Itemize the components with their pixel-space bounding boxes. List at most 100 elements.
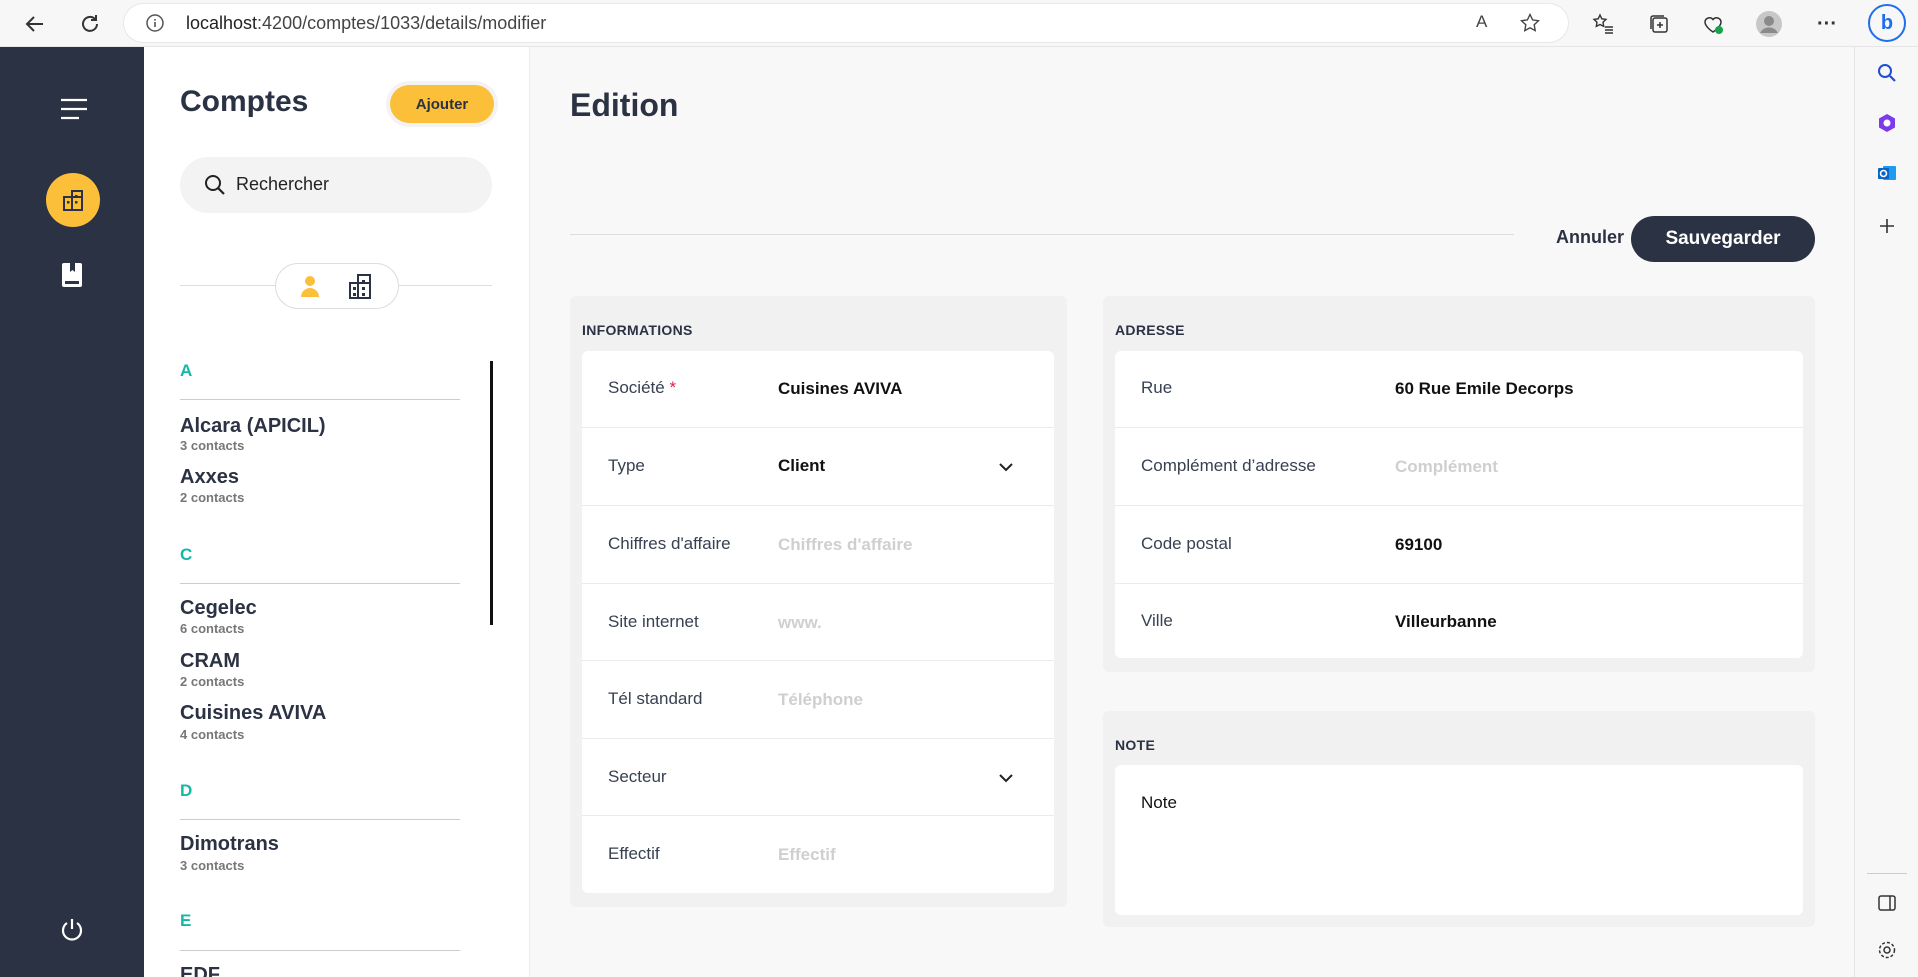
bing-copilot-icon[interactable]: b (1868, 4, 1906, 42)
account-contacts-count: 3 contacts (180, 858, 245, 873)
search-icon[interactable] (1877, 63, 1897, 83)
building-icon[interactable] (348, 273, 372, 299)
field-label: Complément d’adresse (1141, 456, 1316, 475)
chevron-down-icon[interactable] (998, 459, 1014, 475)
person-icon[interactable] (298, 274, 322, 298)
reload-icon[interactable] (75, 9, 105, 39)
chiffres-input[interactable]: Chiffres d'affaire (778, 535, 912, 555)
save-button[interactable]: Sauvegarder (1631, 216, 1815, 262)
search-field[interactable]: Rechercher (180, 157, 492, 213)
site-input[interactable]: www. (778, 613, 822, 633)
letter-header-c: C (180, 545, 193, 564)
letter-header-d: D (180, 781, 193, 800)
note-card: NOTE Note (1103, 711, 1815, 927)
more-menu-icon[interactable]: ··· (1812, 9, 1842, 39)
ville-input[interactable]: Villeurbanne (1395, 612, 1497, 632)
read-aloud-icon[interactable]: A (1476, 12, 1487, 32)
account-name[interactable]: Cegelec (180, 597, 257, 620)
account-name[interactable]: Cuisines AVIVA (180, 702, 326, 725)
list-title: Comptes (180, 85, 309, 118)
collections-icon[interactable] (1644, 9, 1674, 39)
code-postal-input[interactable]: 69100 (1395, 535, 1442, 555)
form-row-site: Site internet www. (582, 584, 1054, 661)
field-label: Secteur (608, 767, 667, 786)
list-scrollbar[interactable] (490, 361, 493, 625)
contacts-book-icon[interactable] (60, 262, 84, 288)
complement-input[interactable]: Complément (1395, 457, 1498, 477)
add-account-button[interactable]: Ajouter (390, 85, 494, 123)
field-label: Société * (608, 378, 677, 397)
chevron-down-icon[interactable] (998, 770, 1014, 786)
section-title: ADRESSE (1115, 322, 1185, 338)
informations-card: INFORMATIONS Société * Cuisines AVIVA Ty… (570, 296, 1067, 907)
account-contacts-count: 4 contacts (180, 727, 245, 742)
header-divider (570, 234, 1514, 235)
divider (180, 819, 460, 820)
url-text: localhost:4200/comptes/1033/details/modi… (186, 13, 547, 33)
browser-toolbar: localhost:4200/comptes/1033/details/modi… (0, 0, 1918, 47)
sidebar-toggle-icon[interactable] (1877, 893, 1897, 913)
view-toggle (275, 263, 399, 309)
effectif-input[interactable]: Effectif (778, 845, 836, 865)
field-label: Site internet (608, 612, 699, 631)
divider (180, 399, 460, 400)
add-icon[interactable] (1878, 217, 1896, 235)
profile-avatar-icon[interactable] (1754, 9, 1784, 39)
menu-icon[interactable] (60, 98, 88, 120)
divider (180, 950, 460, 951)
account-name[interactable]: Axxes (180, 466, 239, 489)
societe-input[interactable]: Cuisines AVIVA (778, 379, 902, 399)
rail-divider (1867, 873, 1907, 874)
building-icon (63, 190, 83, 211)
page-title: Edition (570, 87, 679, 123)
favorites-icon[interactable] (1588, 9, 1618, 39)
tel-input[interactable]: Téléphone (778, 690, 863, 710)
form-row-societe: Société * Cuisines AVIVA (582, 351, 1054, 428)
info-icon[interactable] (146, 14, 164, 32)
back-icon[interactable] (20, 9, 50, 39)
account-name[interactable]: Dimotrans (180, 833, 279, 856)
account-contacts-count: 2 contacts (180, 674, 245, 689)
edit-panel: Edition Annuler Sauvegarder INFORMATIONS… (530, 47, 1854, 977)
form-row-ville: Ville Villeurbanne (1115, 584, 1803, 658)
letter-header-a: A (180, 361, 193, 380)
power-icon[interactable] (59, 917, 85, 943)
field-label: Type (608, 456, 645, 475)
search-icon (205, 175, 225, 195)
section-title: NOTE (1115, 737, 1156, 753)
form-row-chiffres: Chiffres d'affaire Chiffres d'affaire (582, 506, 1054, 584)
field-label: Effectif (608, 844, 660, 863)
section-title: INFORMATIONS (582, 322, 693, 338)
field-label: Tél standard (608, 689, 703, 708)
nav-accounts-button[interactable] (46, 173, 100, 227)
account-name[interactable]: Alcara (APICIL) (180, 415, 326, 438)
app-root: Comptes Ajouter Rechercher A Alcara (API… (0, 47, 1854, 977)
form-row-tel: Tél standard Téléphone (582, 661, 1054, 739)
account-contacts-count: 6 contacts (180, 621, 245, 636)
form-row-complement: Complément d’adresse Complément (1115, 428, 1803, 506)
required-marker: * (669, 378, 677, 397)
account-contacts-count: 2 contacts (180, 490, 245, 505)
browser-essentials-icon[interactable] (1698, 9, 1728, 39)
field-label: Rue (1141, 378, 1173, 397)
search-input[interactable]: Rechercher (236, 174, 329, 195)
settings-gear-icon[interactable] (1877, 940, 1897, 960)
type-select[interactable]: Client (778, 456, 825, 476)
adresse-card: ADRESSE Rue 60 Rue Emile Decorps Complém… (1103, 296, 1815, 672)
note-textarea[interactable]: Note (1115, 765, 1803, 915)
adresse-form: Rue 60 Rue Emile Decorps Complément d’ad… (1115, 351, 1803, 658)
informations-form: Société * Cuisines AVIVA Type Client Chi… (582, 351, 1054, 893)
form-row-type: Type Client (582, 428, 1054, 506)
field-label: Code postal (1141, 534, 1232, 553)
address-bar[interactable]: localhost:4200/comptes/1033/details/modi… (124, 4, 1568, 42)
account-name[interactable]: EDF (180, 964, 220, 977)
nav-rail (0, 47, 144, 977)
copilot-icon[interactable] (1877, 113, 1897, 133)
form-row-effectif: Effectif Effectif (582, 816, 1054, 893)
edge-sidebar (1854, 47, 1918, 977)
outlook-icon[interactable] (1877, 163, 1897, 183)
favorite-star-icon[interactable] (1520, 13, 1540, 33)
form-row-code-postal: Code postal 69100 (1115, 506, 1803, 584)
account-name[interactable]: CRAM (180, 650, 240, 673)
rue-input[interactable]: 60 Rue Emile Decorps (1395, 379, 1574, 399)
